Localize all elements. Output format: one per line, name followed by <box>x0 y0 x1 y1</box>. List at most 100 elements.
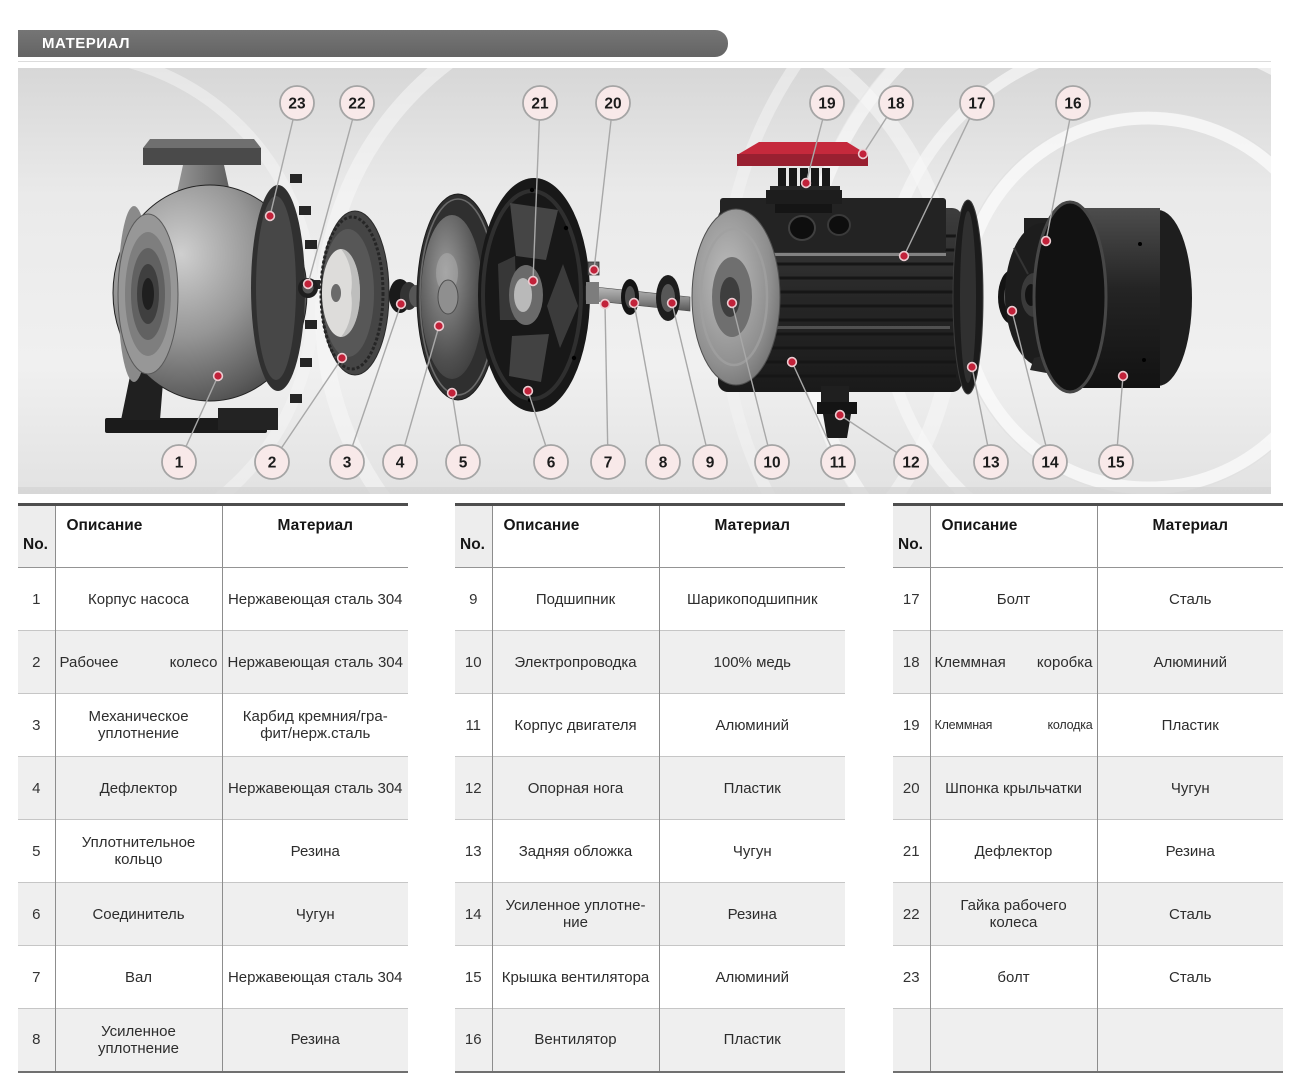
callout-number: 21 <box>531 96 549 113</box>
callout-number: 12 <box>902 455 919 472</box>
row-number: 1 <box>18 568 55 631</box>
table-header-row: No. Описание Материал <box>455 505 845 568</box>
part-material: Резина <box>659 883 845 946</box>
table-row: 13Задняя обложкаЧугун <box>455 820 845 883</box>
callout-number: 19 <box>818 96 836 113</box>
callout-number: 6 <box>547 455 556 472</box>
table-row: 10Электропроводка100% медь <box>455 631 845 694</box>
row-number: 16 <box>455 1009 492 1072</box>
callout-number: 11 <box>830 455 847 472</box>
part-dot <box>397 300 406 309</box>
part-description <box>930 1009 1097 1072</box>
table-row: 21ДефлекторРезина <box>893 820 1283 883</box>
part-description: Соединитель <box>55 883 222 946</box>
part-material: Чугун <box>659 820 845 883</box>
row-number: 12 <box>455 757 492 820</box>
part-description: Механическое уплотнение <box>55 694 222 757</box>
col-header-mat: Материал <box>222 505 408 568</box>
part-dot <box>601 300 610 309</box>
divider <box>18 61 1271 62</box>
callout-number: 15 <box>1107 455 1125 472</box>
part-description: Крышка вентилятора <box>492 946 659 1009</box>
table-row: 1Корпус насосаНержавеющая сталь 304 <box>18 568 408 631</box>
panel-bottom-edge <box>18 487 1271 494</box>
row-number: 13 <box>455 820 492 883</box>
table-row: 14Усиленное уплотне- ниеРезина <box>455 883 845 946</box>
part-description: Усиленное уплотнение <box>55 1009 222 1072</box>
part-material: Шарикоподшипник <box>659 568 845 631</box>
callout-number: 22 <box>348 96 365 113</box>
row-number: 4 <box>18 757 55 820</box>
row-number: 21 <box>893 820 930 883</box>
part-dot <box>338 354 347 363</box>
part-material: Алюминий <box>659 946 845 1009</box>
part-material: Пластик <box>659 1009 845 1072</box>
part-material: Сталь <box>1097 568 1283 631</box>
page-title: МАТЕРИАЛ <box>42 35 130 52</box>
row-number: 2 <box>18 631 55 694</box>
row-number: 3 <box>18 694 55 757</box>
row-number: 23 <box>893 946 930 1009</box>
part-description: Болт <box>930 568 1097 631</box>
fan-cover-illustration <box>1034 202 1192 392</box>
callout-number: 7 <box>604 455 613 472</box>
part-material: Алюминий <box>659 694 845 757</box>
part-description: Корпус двигателя <box>492 694 659 757</box>
part-dot <box>266 212 275 221</box>
part-dot <box>1119 372 1128 381</box>
pump-exploded-diagram: 1234567891011121314151617181920212223 <box>18 68 1271 494</box>
row-number: 11 <box>455 694 492 757</box>
part-dot <box>668 299 677 308</box>
table-row: 19Клеммная колодкаПластик <box>893 694 1283 757</box>
row-number: 14 <box>455 883 492 946</box>
material-table-3: No. Описание Материал 17БолтСталь18Клемм… <box>893 503 1283 1073</box>
part-material: Пластик <box>659 757 845 820</box>
row-number: 15 <box>455 946 492 1009</box>
callout-number: 14 <box>1041 455 1059 472</box>
table-row: 15Крышка вентилятораАлюминий <box>455 946 845 1009</box>
part-description: Клеммная колодка <box>930 694 1097 757</box>
part-material: Чугун <box>222 883 408 946</box>
part-dot <box>448 389 457 398</box>
col-header-desc: Описание <box>55 505 222 568</box>
table-row: 17БолтСталь <box>893 568 1283 631</box>
part-dot <box>836 411 845 420</box>
part-dot <box>1042 237 1051 246</box>
row-number: 6 <box>18 883 55 946</box>
table-row: 6СоединительЧугун <box>18 883 408 946</box>
callout-number: 4 <box>396 455 405 472</box>
table-row: 2Рабочее колесоНержавеющая сталь 304 <box>18 631 408 694</box>
part-dot <box>859 150 868 159</box>
part-material <box>1097 1009 1283 1072</box>
impeller-illustration <box>321 211 389 375</box>
part-description: Шпонка крыльчатки <box>930 757 1097 820</box>
table-header-row: No. Описание Материал <box>18 505 408 568</box>
callout-number: 9 <box>706 455 715 472</box>
table-row: 8Усиленное уплотнениеРезина <box>18 1009 408 1072</box>
terminal-box-cover-illustration <box>737 142 868 166</box>
col-header-mat: Материал <box>659 505 845 568</box>
col-header-desc: Описание <box>930 505 1097 568</box>
table-row: 11Корпус двигателяАлюминий <box>455 694 845 757</box>
row-number: 17 <box>893 568 930 631</box>
part-material: Нержавеющая сталь 304 <box>222 631 408 694</box>
section-title-bar: МАТЕРИАЛ <box>18 30 728 57</box>
part-dot <box>900 252 909 261</box>
part-dot <box>435 322 444 331</box>
part-description: Дефлектор <box>930 820 1097 883</box>
part-description: Подшипник <box>492 568 659 631</box>
callout-number: 20 <box>604 96 621 113</box>
part-description: Задняя обложка <box>492 820 659 883</box>
part-dot <box>728 299 737 308</box>
part-material: Сталь <box>1097 946 1283 1009</box>
part-dot <box>802 179 811 188</box>
part-material: Чугун <box>1097 757 1283 820</box>
table-row: 9ПодшипникШарикоподшипник <box>455 568 845 631</box>
part-description: Дефлектор <box>55 757 222 820</box>
part-dot <box>788 358 797 367</box>
row-number: 19 <box>893 694 930 757</box>
part-material: Карбид кремния/гра- фит/нерж.сталь <box>222 694 408 757</box>
callout-number: 10 <box>763 455 780 472</box>
col-header-no: No. <box>893 505 930 568</box>
row-number: 18 <box>893 631 930 694</box>
